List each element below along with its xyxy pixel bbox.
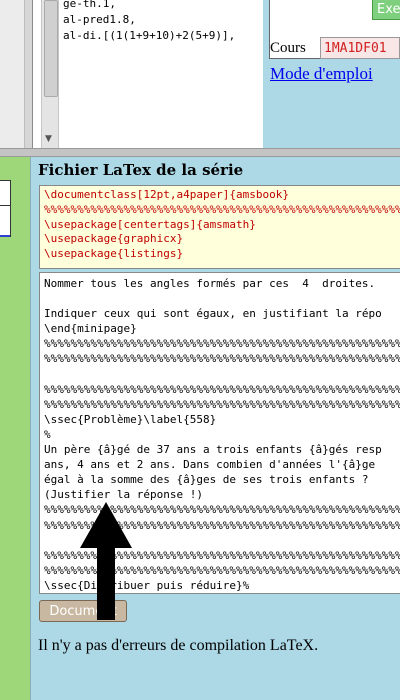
scrollbar-thumb[interactable]	[44, 0, 58, 97]
preamble-text: \documentclass[12pt,a4paper]{amsbook} %%…	[44, 188, 400, 261]
code-panel[interactable]: ▼ ge-th.1, al-pred1.8, al-di.[(1(1+9+10)…	[32, 0, 264, 148]
frame-divider[interactable]	[0, 148, 400, 157]
left-gutter	[0, 0, 25, 148]
execute-button[interactable]: Exe	[372, 0, 400, 20]
cours-field[interactable]: 1MA1DF01	[320, 37, 400, 59]
code-text: ge-th.1, al-pred1.8, al-di.[(1(1+9+10)+2…	[63, 0, 236, 42]
left-frame-marker	[0, 235, 10, 237]
scroll-down-icon[interactable]: ▼	[45, 134, 52, 144]
panel-title: Fichier LaTex de la série	[38, 161, 244, 179]
cours-label: Cours	[270, 40, 306, 56]
preamble-textarea[interactable]: \documentclass[12pt,a4paper]{amsbook} %%…	[39, 185, 400, 269]
compile-status: Il n'y a pas d'erreurs de compilation La…	[38, 637, 319, 654]
mode-emploi-link[interactable]: Mode d'emploi	[270, 64, 373, 84]
left-frame	[0, 157, 30, 700]
up-arrow-icon	[80, 502, 132, 620]
left-frame-divider	[0, 205, 10, 236]
code-scrollbar[interactable]: ▼	[41, 0, 59, 148]
